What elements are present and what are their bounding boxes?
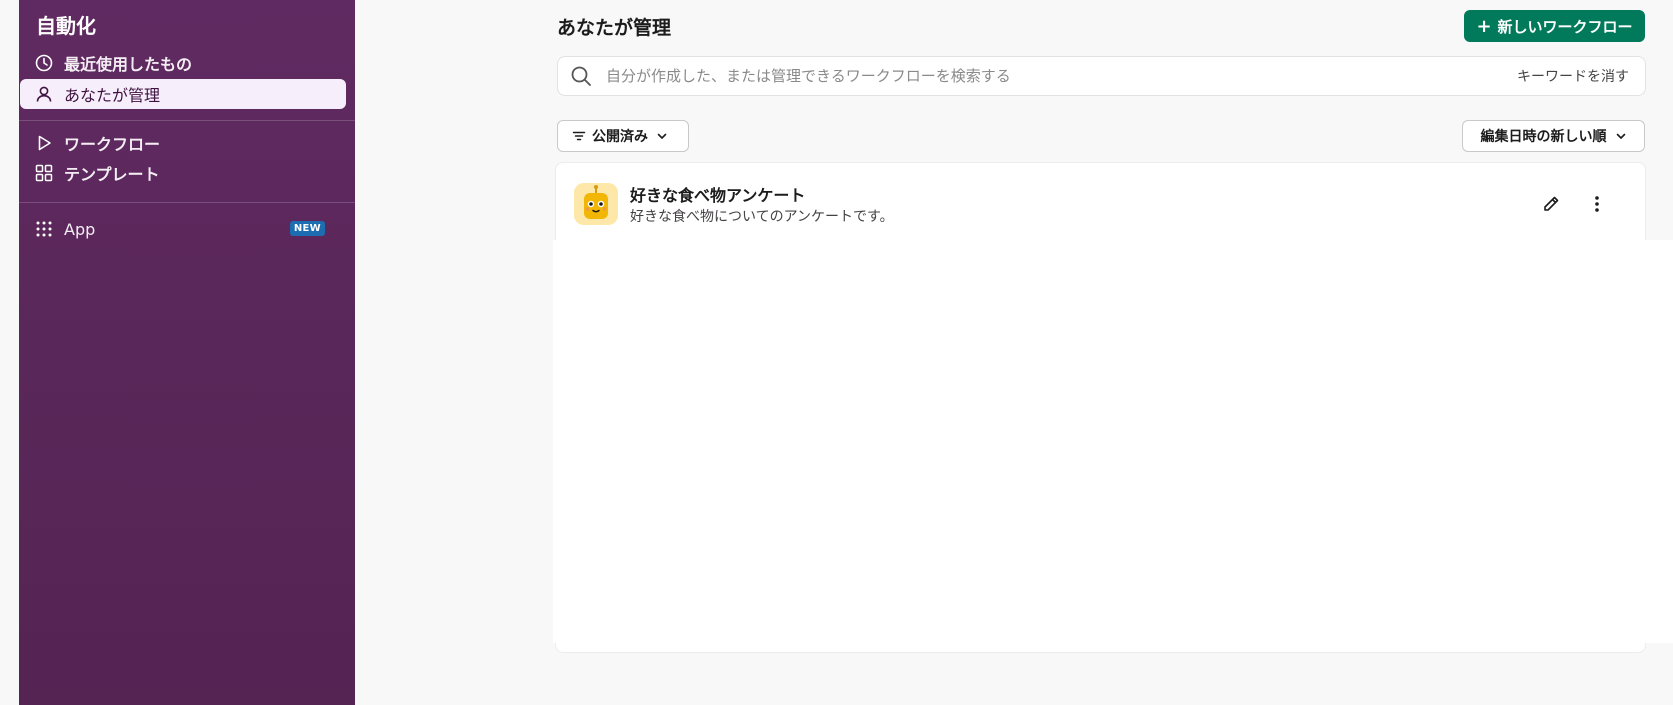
person-icon xyxy=(33,83,55,105)
sidebar-divider xyxy=(19,202,355,203)
content-area xyxy=(553,240,1673,643)
chevron-down-icon xyxy=(1615,130,1627,142)
sidebar-item-workflows[interactable]: ワークフロー xyxy=(20,128,346,158)
play-icon xyxy=(33,132,55,154)
more-vertical-icon[interactable] xyxy=(1585,192,1609,216)
chevron-down-icon xyxy=(656,130,668,142)
workflow-row[interactable]: 好きな食べ物アンケート 好きな食べ物についてのアンケートです。 xyxy=(557,180,1646,230)
filter-label: 公開済み xyxy=(592,129,648,145)
search-icon xyxy=(570,65,592,87)
search-input[interactable] xyxy=(606,67,1517,85)
new-badge: NEW xyxy=(289,221,325,236)
sidebar-item-managed[interactable]: あなたが管理 xyxy=(20,79,346,109)
sidebar-item-app[interactable]: App NEW xyxy=(20,214,346,244)
plus-icon: + xyxy=(1476,15,1492,37)
new-workflow-button[interactable]: + 新しいワークフロー xyxy=(1464,10,1645,42)
sidebar-item-label: あなたが管理 xyxy=(64,86,161,105)
filter-button[interactable]: 公開済み xyxy=(557,120,689,152)
sidebar-divider xyxy=(19,120,355,121)
sidebar: 自動化 最近使用したもの あなたが管理 ワークフロー テンプレート App NE… xyxy=(19,0,355,705)
sidebar-item-label: ワークフロー xyxy=(64,135,161,154)
robot-avatar-icon xyxy=(574,183,618,225)
sidebar-item-label: テンプレート xyxy=(64,165,160,184)
pencil-icon[interactable] xyxy=(1539,192,1563,216)
search-box: キーワードを消す xyxy=(557,56,1646,96)
sidebar-item-label: App xyxy=(64,219,96,239)
sidebar-item-templates[interactable]: テンプレート xyxy=(20,158,346,188)
workflow-description: 好きな食べ物についてのアンケートです。 xyxy=(630,209,894,225)
sidebar-item-label: 最近使用したもの xyxy=(64,55,193,74)
sidebar-title: 自動化 xyxy=(36,14,96,38)
sidebar-item-recent[interactable]: 最近使用したもの xyxy=(20,48,346,78)
workflow-name[interactable]: 好きな食べ物アンケート xyxy=(630,182,805,206)
filter-icon xyxy=(572,129,586,143)
dots-grid-icon xyxy=(33,218,55,240)
page-title: あなたが管理 xyxy=(557,17,672,39)
new-workflow-label: 新しいワークフロー xyxy=(1497,17,1633,36)
clear-keyword-button[interactable]: キーワードを消す xyxy=(1517,66,1629,86)
grid-icon xyxy=(33,162,55,184)
window-gutter xyxy=(0,0,19,705)
sort-label: 編集日時の新しい順 xyxy=(1480,129,1607,145)
sort-button[interactable]: 編集日時の新しい順 xyxy=(1462,120,1645,152)
clock-icon xyxy=(33,52,55,74)
